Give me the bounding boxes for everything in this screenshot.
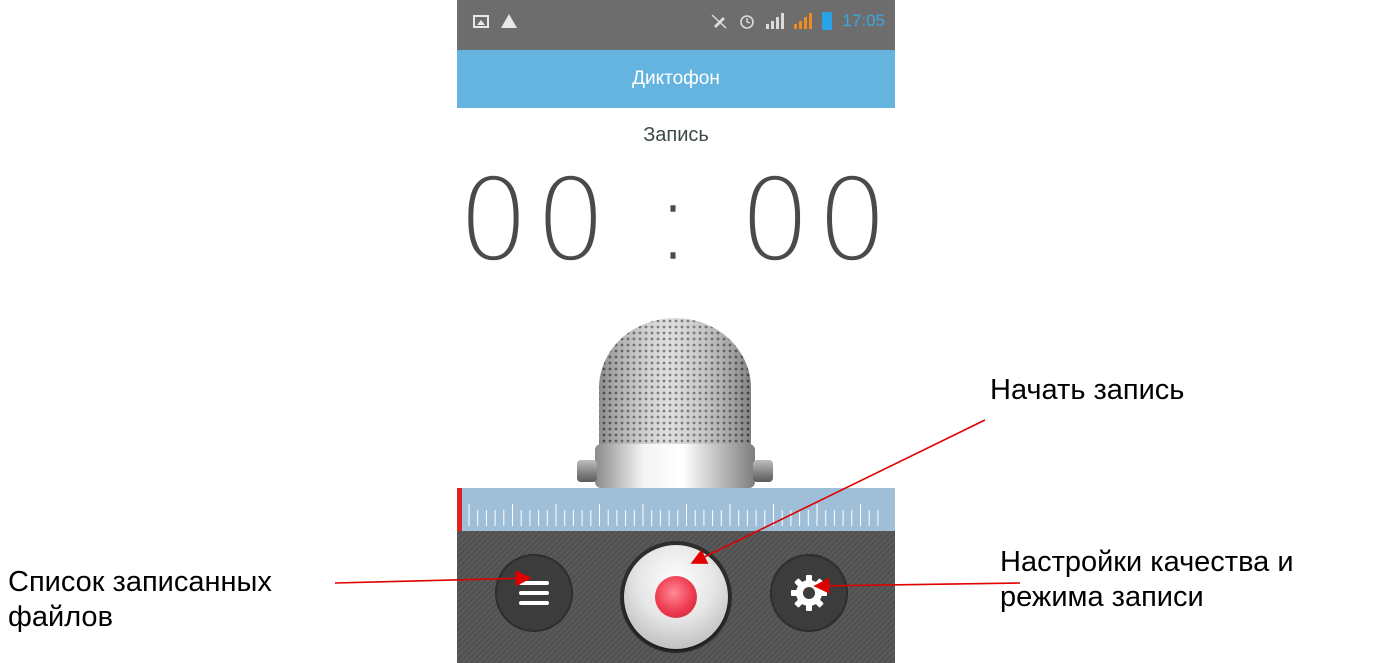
status-bar-left [473,14,517,28]
record-icon [655,576,697,618]
annotation-settings-line2: режима записи [1000,581,1204,614]
record-button[interactable] [620,541,732,653]
annotation-files-list-line1: Список записанных [8,566,272,598]
warning-icon [501,14,517,28]
signal-orange-icon [794,13,813,29]
microphone-illustration [577,318,773,488]
recording-timer: 00 : 00 [458,156,894,286]
gear-icon [791,575,827,611]
level-ruler [457,488,895,531]
annotation-settings: Настройки качества и режима записи [1000,545,1380,616]
recordings-list-button[interactable] [495,554,573,632]
alarm-icon [740,15,755,29]
annotation-files-list-line2: файлов [8,601,113,634]
status-time: 17:05 [842,11,885,30]
annotation-settings-line1: Настройки качества и [1000,546,1294,578]
mute-icon [711,14,727,29]
battery-icon [822,12,833,30]
control-panel [457,531,895,663]
level-indicator [457,488,462,531]
app-bar: Диктофон [457,50,895,108]
status-bar-right: 17:05 [710,11,885,31]
annotation-start-recording: Начать запись [990,374,1185,406]
annotation-files-list: Список записанных файлов [8,565,368,636]
status-bar: 17:05 [457,0,895,50]
settings-button[interactable] [770,554,848,632]
phone-screen: 17:05 Диктофон Запись 00 : 00 [457,0,895,663]
app-title: Диктофон [632,68,720,89]
recording-status-label: Запись [643,124,709,146]
image-icon [473,14,489,28]
signal-icon [766,13,785,29]
menu-icon [519,581,549,605]
